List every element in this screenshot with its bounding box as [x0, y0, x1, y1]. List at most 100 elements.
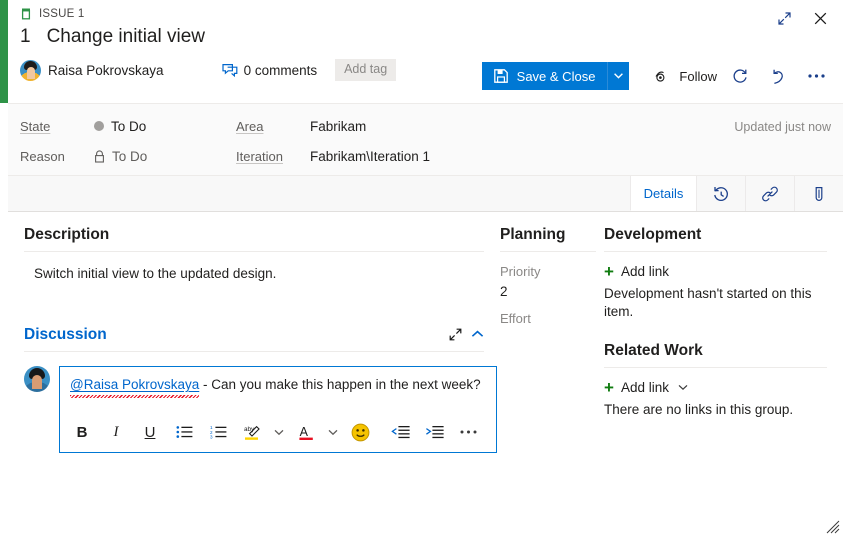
comment-icon [221, 63, 237, 77]
planning-heading: Planning [500, 226, 566, 243]
priority-value[interactable]: 2 [500, 279, 596, 299]
comments-count: 0 comments [243, 62, 318, 78]
chevron-down-icon [614, 73, 624, 79]
underline-icon[interactable]: U [138, 419, 162, 445]
discussion-editor[interactable]: @Raisa Pokrovskaya - Can you make this h… [59, 366, 497, 454]
work-item-tab-strip: Details [8, 176, 843, 212]
description-heading: Description [24, 226, 110, 243]
work-item-id: 1 [20, 26, 31, 47]
development-column: Development + Add link Development hasn'… [604, 212, 843, 537]
tab-details[interactable]: Details [630, 176, 696, 211]
details-main-column: Description Switch initial view to the u… [8, 212, 500, 537]
save-and-close-button[interactable]: Save & Close [481, 62, 608, 90]
save-icon [493, 69, 508, 83]
work-item-type-label: ISSUE 1 [39, 7, 85, 20]
reason-field-value: To Do [94, 149, 147, 164]
discussion-section: Discussion @Raisa Pokrovskaya - Can you … [24, 326, 497, 454]
development-section: Development + Add link Development hasn'… [604, 226, 827, 321]
planning-column: Planning Priority 2 Effort [500, 212, 604, 537]
chevron-down-icon[interactable] [274, 429, 284, 436]
eye-icon [655, 71, 665, 82]
state-field-label[interactable]: State [20, 119, 94, 134]
tab-attachments[interactable] [794, 176, 843, 211]
plus-icon: + [604, 262, 614, 281]
bulleted-list-icon[interactable] [172, 419, 196, 445]
expand-diagonal-icon[interactable] [448, 327, 463, 342]
state-field-value[interactable]: To Do [94, 119, 146, 134]
history-icon [714, 186, 728, 201]
emoji-icon[interactable] [348, 419, 372, 445]
increase-indent-icon[interactable] [422, 419, 446, 445]
assignee-name: Raisa Pokrovskaya [48, 62, 164, 78]
numbered-list-icon[interactable]: 1 2 3 [206, 419, 230, 445]
tab-details-label: Details [643, 185, 684, 201]
issue-icon [21, 8, 31, 20]
effort-value[interactable] [500, 326, 596, 331]
save-options-dropdown[interactable] [607, 62, 630, 90]
chevron-down-icon[interactable] [678, 384, 688, 391]
state-dot-icon [94, 121, 104, 131]
related-work-add-link-label: Add link [620, 380, 669, 396]
work-item-title-row: 1 Change initial view [8, 20, 843, 48]
priority-label: Priority [500, 264, 541, 279]
mention-link[interactable]: @Raisa Pokrovskaya [70, 376, 200, 399]
related-work-heading: Related Work [604, 342, 703, 360]
iteration-field-label[interactable]: Iteration [236, 149, 302, 164]
attachment-icon [815, 186, 823, 201]
add-tag-button[interactable]: Add tag [335, 59, 397, 81]
reason-value-text: To Do [112, 148, 148, 164]
undo-icon[interactable] [763, 62, 793, 90]
tab-links[interactable] [745, 176, 794, 211]
related-work-add-link-button[interactable]: + Add link [604, 368, 827, 396]
save-and-close-label: Save & Close [516, 68, 596, 84]
avatar [20, 59, 41, 81]
area-field-row: Area Fabrikam [236, 111, 430, 141]
work-item-fields-band: State To Do Reason To Do Area Fabrikam I… [8, 104, 843, 176]
font-color-icon[interactable]: A [294, 419, 318, 445]
plus-icon: + [604, 378, 614, 398]
reason-field-row: Reason To Do [20, 141, 147, 171]
follow-label: Follow [679, 68, 717, 84]
iteration-field-row: Iteration Fabrikam\Iteration 1 [236, 141, 430, 171]
chevron-up-icon[interactable] [471, 330, 484, 339]
italic-icon[interactable]: I [104, 419, 128, 445]
work-item-type-color-stripe [0, 0, 8, 103]
iteration-field-value[interactable]: Fabrikam\Iteration 1 [310, 149, 430, 164]
work-item-toolbar: Save & Close Follow [481, 62, 831, 90]
discussion-editor-text[interactable]: @Raisa Pokrovskaya - Can you make this h… [60, 367, 496, 414]
development-heading: Development [604, 226, 702, 243]
link-icon [762, 186, 778, 201]
description-section: Description Switch initial view to the u… [24, 226, 484, 281]
state-value-text: To Do [111, 118, 147, 134]
more-options-icon[interactable] [456, 419, 480, 445]
highlight-icon[interactable]: aby [240, 419, 264, 445]
svg-text:3: 3 [210, 435, 213, 439]
bold-icon[interactable]: B [70, 419, 94, 445]
discussion-input-row: @Raisa Pokrovskaya - Can you make this h… [24, 352, 497, 454]
development-add-link-label: Add link [620, 264, 669, 279]
related-work-empty-text: There are no links in this group. [604, 402, 794, 418]
assigned-to-field[interactable]: Raisa Pokrovskaya [20, 59, 164, 81]
tab-history[interactable] [696, 176, 745, 211]
ellipsis-icon[interactable] [801, 62, 831, 90]
avatar [24, 366, 50, 392]
related-work-section: Related Work + Add link There are no lin… [604, 342, 827, 419]
area-field-value[interactable]: Fabrikam [310, 119, 366, 134]
resize-grip[interactable] [826, 520, 840, 534]
follow-button[interactable]: Follow [655, 69, 717, 84]
discussion-actions [448, 327, 484, 342]
refresh-icon[interactable] [725, 62, 755, 90]
comments-link[interactable]: 0 comments [221, 62, 318, 78]
reason-field-label: Reason [20, 148, 65, 164]
decrease-indent-icon[interactable] [388, 419, 412, 445]
development-empty-text: Development hasn't started on this item. [604, 286, 812, 320]
description-text[interactable]: Switch initial view to the updated desig… [24, 252, 484, 281]
rich-text-toolbar: B I U 1 2 3 aby A [60, 414, 496, 452]
chevron-down-icon[interactable] [328, 429, 338, 436]
lock-icon [95, 149, 104, 163]
area-field-label[interactable]: Area [236, 119, 302, 134]
development-add-link-button[interactable]: + Add link [604, 252, 827, 280]
svg-text:A: A [299, 425, 308, 439]
work-item-type-row: ISSUE 1 [8, 0, 843, 20]
page-title[interactable]: Change initial view [47, 26, 205, 48]
